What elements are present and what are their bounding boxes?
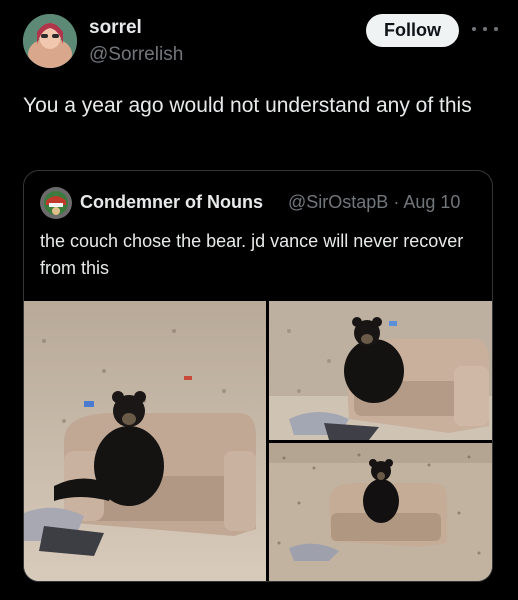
- quoted-avatar-photo-icon: [40, 187, 72, 219]
- dot: [472, 27, 476, 31]
- follow-button[interactable]: Follow: [366, 14, 459, 47]
- media-photo-1[interactable]: [24, 301, 266, 581]
- post: sorrel @Sorrelish Follow You a year ago …: [0, 0, 518, 600]
- more-options-icon[interactable]: [472, 22, 498, 36]
- quoted-author-display-name[interactable]: Condemner of Nouns: [80, 192, 263, 213]
- post-text: You a year ago would not understand any …: [23, 94, 472, 117]
- quoted-author-avatar[interactable]: [40, 187, 72, 219]
- dot: [494, 27, 498, 31]
- quoted-post-card[interactable]: Condemner of Nouns @SirOstapB · Aug 10 t…: [23, 170, 493, 582]
- quoted-post-text: the couch chose the bear. jd vance will …: [40, 231, 464, 278]
- media-grid: [24, 301, 492, 581]
- dot: [483, 27, 487, 31]
- bear-couch-closeup-photo-icon: [269, 301, 492, 440]
- meta-separator: ·: [393, 192, 400, 212]
- quoted-author-meta: @SirOstapB · Aug 10: [288, 192, 460, 213]
- avatar-photo-icon: [23, 14, 77, 68]
- bear-couch-photo-icon: [24, 301, 266, 581]
- quoted-author-handle[interactable]: @SirOstapB: [288, 192, 388, 212]
- media-photo-3[interactable]: [269, 443, 492, 581]
- quoted-post-date[interactable]: Aug 10: [403, 192, 460, 212]
- author-display-name[interactable]: sorrel: [89, 17, 142, 39]
- author-avatar[interactable]: [23, 14, 77, 68]
- author-handle[interactable]: @Sorrelish: [89, 44, 183, 66]
- media-photo-2[interactable]: [269, 301, 492, 440]
- bear-couch-distant-photo-icon: [269, 443, 492, 581]
